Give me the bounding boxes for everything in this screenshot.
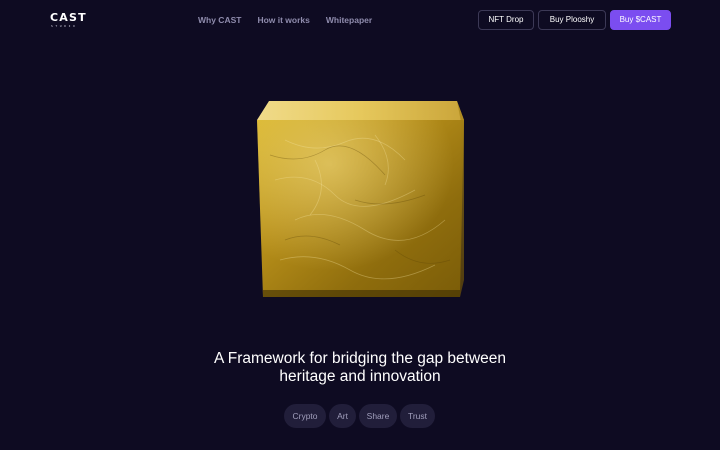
logo-text: CAST [50,11,87,24]
brand-logo[interactable]: CAST STUDIO [50,11,90,29]
nav-link-how-it-works[interactable]: How it works [257,14,309,26]
tag-share[interactable]: Share [359,404,397,428]
hero-headline-line2: heritage and innovation [279,368,441,385]
hero-headline: A Framework for bridging the gap between… [160,350,560,386]
main-nav: Why CAST How it works Whitepaper [198,14,372,26]
nav-link-whitepaper[interactable]: Whitepaper [326,14,372,26]
header-actions: NFT Drop Buy Plooshy Buy $CAST [478,10,671,30]
nft-drop-button[interactable]: NFT Drop [478,10,534,30]
buy-cast-button[interactable]: Buy $CAST [610,10,671,30]
buy-plooshy-button[interactable]: Buy Plooshy [538,10,606,30]
hero-headline-line1: A Framework for bridging the gap between [213,350,507,367]
tag-crypto[interactable]: Crypto [284,404,326,428]
tag-art[interactable]: Art [329,404,356,428]
tag-list: Crypto Art Share Trust [284,404,435,428]
logo-subtext: STUDIO [51,24,78,28]
top-header: CAST STUDIO Why CAST How it works Whitep… [0,0,720,40]
nav-link-why-cast[interactable]: Why CAST [198,14,241,26]
landing-page: CAST STUDIO Why CAST How it works Whitep… [0,0,720,450]
gold-cube-icon [257,101,464,297]
tag-trust[interactable]: Trust [400,404,435,428]
